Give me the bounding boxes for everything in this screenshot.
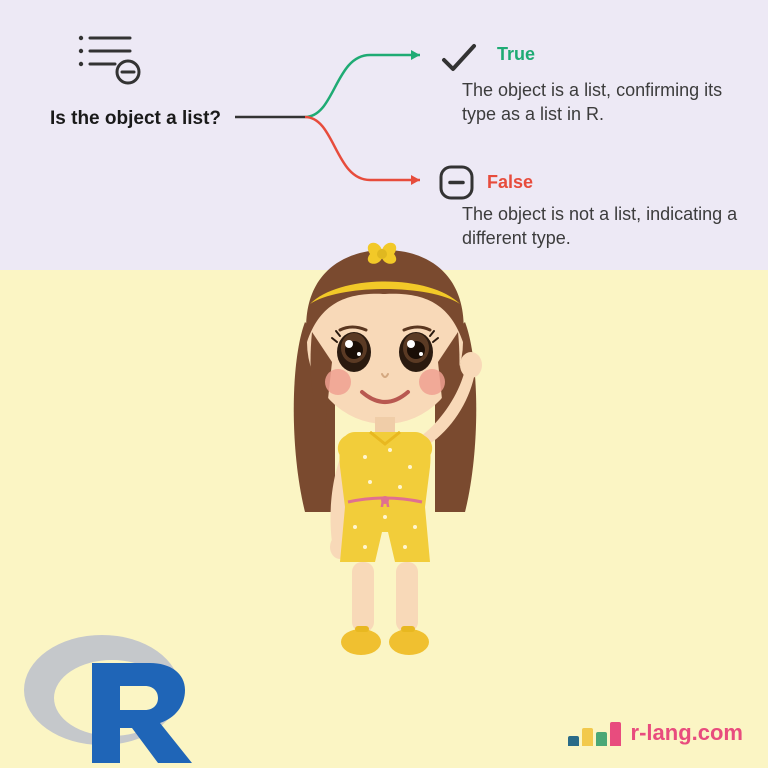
- minus-icon: [439, 165, 474, 200]
- brand-bars-icon: [568, 722, 621, 746]
- girl-illustration: [270, 232, 500, 672]
- false-description: The object is not a list, indicating a d…: [462, 202, 742, 251]
- diagram-top-panel: Is the object a list? True The object is…: [0, 0, 768, 270]
- list-remove-icon: [75, 32, 145, 87]
- brand-footer: r-lang.com: [568, 720, 743, 746]
- true-label: True: [497, 44, 535, 65]
- branch-connector: [235, 35, 435, 185]
- check-icon: [439, 38, 479, 78]
- brand-text: r-lang.com: [631, 720, 743, 746]
- false-label: False: [487, 172, 533, 193]
- true-description: The object is a list, confirming its typ…: [462, 78, 742, 127]
- r-logo: [20, 628, 195, 763]
- question-text: Is the object a list?: [50, 108, 221, 130]
